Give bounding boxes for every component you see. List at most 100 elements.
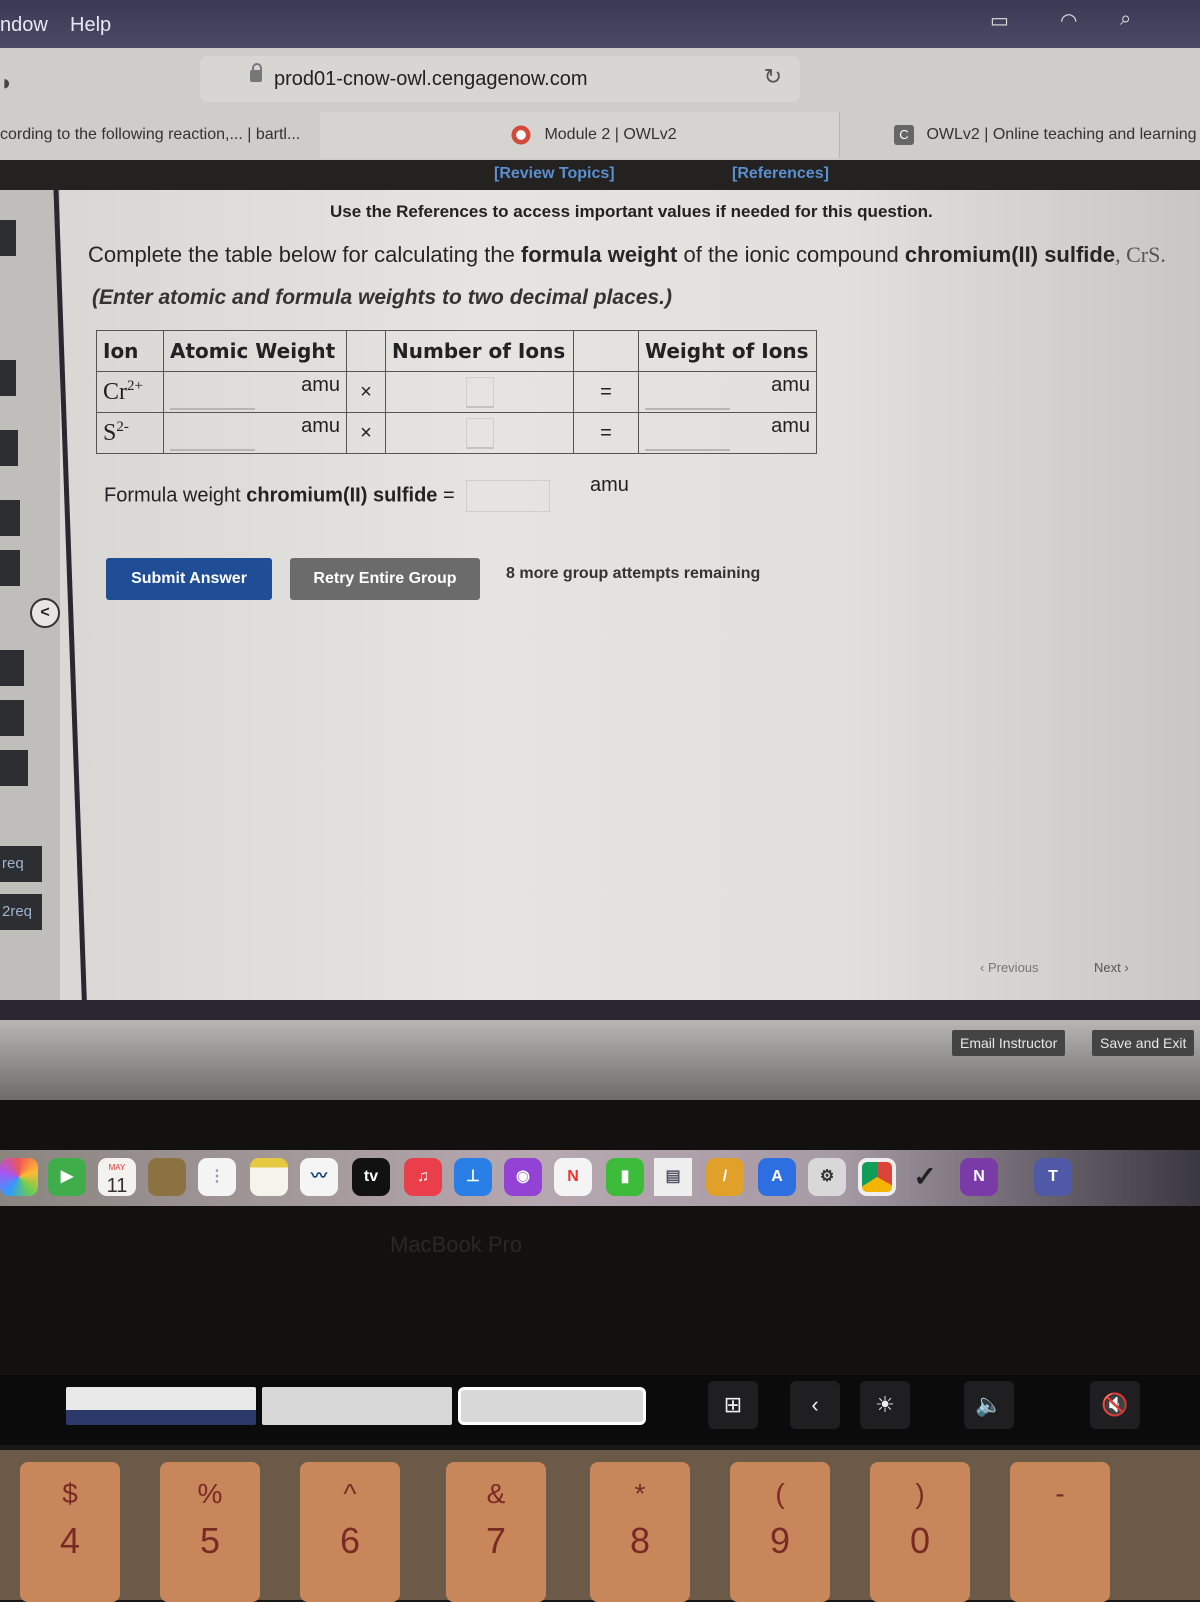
retry-group-button[interactable]: Retry Entire Group <box>290 558 480 600</box>
atomic-weight-input-cr[interactable] <box>170 384 255 410</box>
tab-module-2[interactable]: Module 2 | OWLv2 <box>320 112 840 158</box>
tab-bar: cording to the following reaction,... | … <box>0 112 1200 158</box>
reminders-icon[interactable]: ⋮ <box>198 1158 236 1196</box>
key-5[interactable]: % 5 <box>160 1462 260 1602</box>
key-symbol: - <box>1055 1478 1065 1509</box>
tab-label: OWLv2 | Online teaching and learning <box>926 126 1197 143</box>
lock-icon <box>250 63 262 82</box>
header-number-of-ions: Number of Ions <box>385 330 574 372</box>
contacts-icon[interactable] <box>148 1158 186 1196</box>
review-topics-link[interactable]: [Review Topics] <box>494 165 615 183</box>
header-blank <box>573 330 639 372</box>
number-of-ions-input-cr[interactable] <box>465 376 494 408</box>
freeform-icon[interactable]: 〰 <box>300 1158 338 1196</box>
key-number: 0 <box>909 1520 931 1561</box>
reload-icon[interactable]: ↻ <box>764 64 782 90</box>
key-number: 4 <box>59 1520 81 1561</box>
key-7[interactable]: & 7 <box>446 1462 546 1602</box>
facetime-icon[interactable]: ▶ <box>48 1158 86 1196</box>
mute-icon[interactable]: 🔇 <box>1090 1381 1140 1429</box>
calendar-month: MAY <box>108 1163 126 1172</box>
volume-icon[interactable]: 🔈 <box>964 1381 1014 1429</box>
key-number: 7 <box>485 1520 507 1561</box>
music-icon[interactable]: ♫ <box>404 1158 442 1196</box>
battery-icon[interactable]: ▭ <box>990 8 1009 33</box>
sidebar-item[interactable] <box>0 650 24 686</box>
sidebar-item[interactable] <box>0 430 18 466</box>
tab-label: cording to the following reaction,... | … <box>0 126 301 143</box>
keynote-icon[interactable]: ⊥ <box>454 1158 492 1196</box>
tab-preview-selected[interactable] <box>458 1387 646 1425</box>
calendar-icon[interactable]: MAY 11 <box>98 1158 136 1196</box>
news-icon[interactable]: N <box>554 1158 592 1196</box>
formula-unit: amu <box>590 474 629 496</box>
sidebar-item[interactable] <box>0 550 20 586</box>
key-6[interactable]: ^ 6 <box>300 1462 400 1602</box>
tab-owlv2[interactable]: C OWLv2 | Online teaching and learning <box>880 112 1200 158</box>
number-of-ions-input-s[interactable] <box>465 417 494 449</box>
weight-of-ions-input-s[interactable] <box>645 425 730 451</box>
address-bar[interactable]: prod01-cnow-owl.cengagenow.com ↻ <box>200 56 800 102</box>
sidebar-item-req[interactable]: req <box>0 846 42 882</box>
key-9[interactable]: (9 <box>730 1462 830 1602</box>
table-row: Cr2+ amu × = amu <box>96 371 817 413</box>
onenote-icon[interactable]: N <box>960 1158 998 1196</box>
tab-preview[interactable] <box>262 1387 452 1425</box>
menu-window[interactable]: ndow <box>0 14 48 37</box>
formula-weight-line: Formula weight chromium(II) sulfide = am… <box>104 474 629 512</box>
menu-help[interactable]: Help <box>70 14 111 37</box>
sidebar-item-2req[interactable]: 2req <box>0 894 42 930</box>
collapse-sidebar-button[interactable]: < <box>30 598 60 628</box>
touch-bar: ⊞ ‹ ☀ 🔈 🔇 <box>0 1375 1200 1445</box>
chrome-icon[interactable] <box>858 1158 896 1196</box>
sidebar-toggle-icon[interactable]: ◗ <box>0 70 13 96</box>
next-link[interactable]: Next › <box>1094 960 1129 975</box>
key-4[interactable]: $4 <box>20 1462 120 1602</box>
apple-tv-icon[interactable]: tv <box>352 1158 390 1196</box>
unit-label: amu <box>301 415 340 437</box>
collapse-control-strip-icon[interactable]: ‹ <box>790 1381 840 1429</box>
previous-link[interactable]: ‹ Previous <box>980 960 1039 975</box>
sidebar-item[interactable] <box>0 360 16 396</box>
key-8[interactable]: * 8 <box>590 1462 690 1602</box>
key-number: 8 <box>629 1520 651 1561</box>
teams-icon[interactable]: T <box>1034 1158 1072 1196</box>
email-instructor-button[interactable]: Email Instructor <box>952 1030 1066 1056</box>
number-cell <box>385 412 574 454</box>
atomic-weight-input-s[interactable] <box>170 425 255 451</box>
formula-label: Formula weight <box>104 484 247 507</box>
notes-icon[interactable] <box>250 1158 288 1196</box>
printer-icon[interactable]: ▤ <box>654 1158 692 1196</box>
sidebar-item[interactable] <box>0 500 20 536</box>
app-store-icon[interactable]: A <box>758 1158 796 1196</box>
key-0[interactable]: ) 0 <box>870 1462 970 1602</box>
ion-charge: 2+ <box>127 378 143 394</box>
sidebar-item[interactable] <box>0 750 28 786</box>
formula-compound: chromium(II) sulfide <box>246 484 438 507</box>
formula-weight-input[interactable] <box>466 480 551 512</box>
url-text: prod01-cnow-owl.cengagenow.com <box>274 68 588 90</box>
references-link[interactable]: [References] <box>732 165 829 183</box>
sidebar-item[interactable] <box>0 700 24 736</box>
sidebar-item[interactable] <box>0 220 16 256</box>
weight-of-ions-input-cr[interactable] <box>645 384 730 410</box>
pages-icon[interactable]: / <box>706 1158 744 1196</box>
new-tab-icon[interactable]: ⊞ <box>708 1381 758 1429</box>
podcasts-icon[interactable]: ◉ <box>504 1158 542 1196</box>
tab-bartleby[interactable]: cording to the following reaction,... | … <box>0 112 321 158</box>
previous-label: Previous <box>987 960 1039 975</box>
brightness-icon[interactable]: ☀ <box>860 1381 910 1429</box>
photos-icon[interactable] <box>0 1158 38 1196</box>
key-minus[interactable]: - <box>1010 1462 1110 1602</box>
header-atomic-weight: Atomic Weight <box>163 330 347 372</box>
atomic-weight-cell: amu <box>163 371 347 413</box>
footer-panel: Email Instructor Save and Exit <box>0 1020 1200 1100</box>
save-and-exit-button[interactable]: Save and Exit <box>1092 1030 1195 1056</box>
submit-answer-button[interactable]: Submit Answer <box>106 558 272 600</box>
numbers-icon[interactable]: ▮ <box>606 1158 644 1196</box>
system-settings-icon[interactable]: ⚙ <box>808 1158 846 1196</box>
check-icon[interactable]: ✓ <box>906 1158 944 1196</box>
wifi-icon[interactable]: ◠ <box>1060 8 1077 33</box>
tab-preview[interactable] <box>66 1387 256 1425</box>
search-icon[interactable]: ⌕ <box>1120 8 1131 31</box>
